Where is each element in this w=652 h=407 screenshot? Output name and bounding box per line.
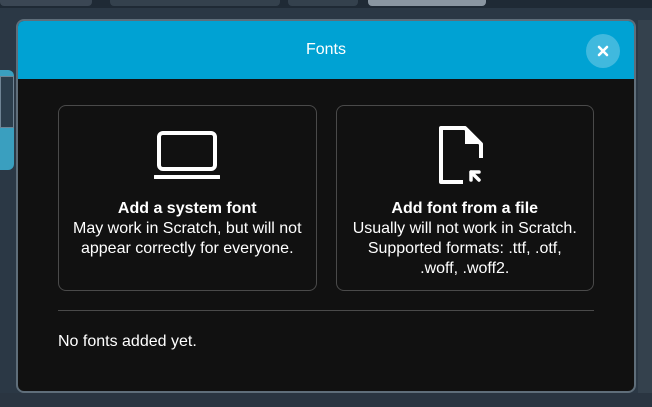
option-description: Usually will not work in Scratch. Suppor… — [352, 220, 577, 277]
editor-tab — [288, 0, 358, 6]
fonts-modal: Fonts Add a system font May work in Scra… — [16, 19, 636, 393]
add-font-from-file-button[interactable]: Add font from a file Usually will not wo… — [335, 105, 594, 291]
sprite-thumbnail-edge — [0, 76, 14, 128]
editor-tab — [110, 0, 280, 6]
modal-header: Fonts — [18, 21, 634, 79]
editor-bottom-edge — [0, 393, 652, 407]
option-title: Add a system font — [117, 200, 257, 217]
modal-title: Fonts — [305, 41, 346, 58]
font-options: Add a system font May work in Scratch, b… — [58, 105, 594, 291]
close-icon — [597, 45, 609, 57]
close-button[interactable] — [586, 34, 620, 68]
editor-tab — [368, 0, 486, 6]
file-upload-icon — [438, 126, 483, 184]
divider — [58, 310, 594, 311]
editor-tab — [0, 0, 92, 6]
editor-right-edge — [638, 20, 652, 400]
laptop-icon — [154, 131, 221, 179]
empty-fonts-message: No fonts added yet. — [58, 333, 197, 350]
option-title: Add font from a file — [391, 200, 539, 217]
modal-body: Add a system font May work in Scratch, b… — [18, 79, 634, 351]
option-description: May work in Scratch, but will not appear… — [72, 220, 302, 257]
add-system-font-button[interactable]: Add a system font May work in Scratch, b… — [58, 105, 317, 291]
